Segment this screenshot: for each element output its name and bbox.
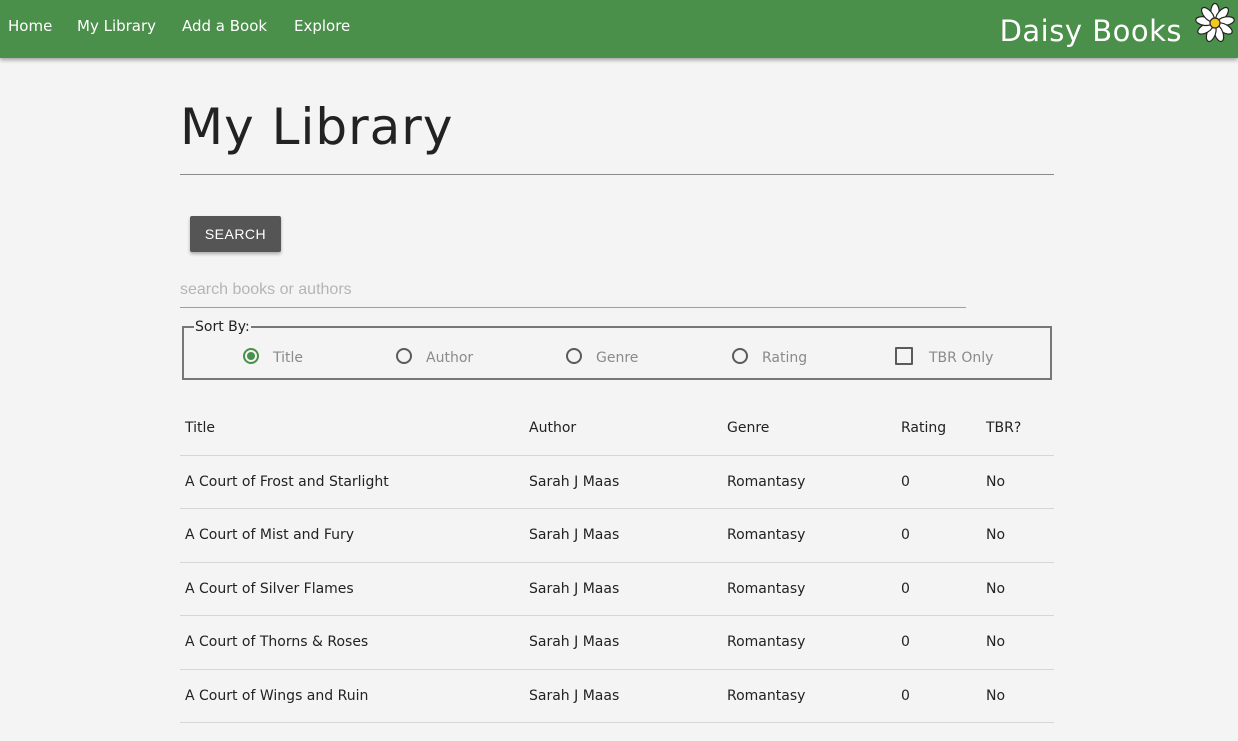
- search-button[interactable]: SEARCH: [190, 216, 281, 252]
- sort-option-label: Author: [426, 350, 474, 366]
- radio-author[interactable]: [396, 348, 412, 364]
- header-author[interactable]: Author: [529, 402, 576, 455]
- cell-genre: Romantasy: [727, 580, 806, 597]
- tbr-only-label: TBR Only: [929, 350, 994, 366]
- cell-author: Sarah J Maas: [529, 473, 620, 490]
- cell-title: A Court of Frost and Starlight: [185, 473, 389, 490]
- cell-title: A Court of Mist and Fury: [185, 527, 355, 543]
- table-row[interactable]: A Court of Mist and Fury Sarah J Maas Ro…: [180, 509, 1054, 563]
- cell-rating: 0: [901, 580, 910, 597]
- radio-rating[interactable]: [732, 348, 748, 364]
- cell-tbr: No: [986, 527, 1006, 543]
- sort-option-genre[interactable]: Genre: [566, 345, 638, 367]
- nav-explore-link[interactable]: Explore: [294, 17, 350, 35]
- cell-title: A Court of Wings and Ruin: [185, 687, 369, 704]
- table-header-row: Title Author Genre Rating TBR?: [180, 402, 1054, 456]
- cell-rating: 0: [901, 634, 910, 650]
- header-tbr[interactable]: TBR?: [986, 402, 1021, 455]
- table-row[interactable]: A Court of Wings and Ruin Sarah J Maas R…: [180, 670, 1054, 723]
- nav-home-link[interactable]: Home: [8, 17, 52, 35]
- cell-author: Sarah J Maas: [529, 580, 620, 597]
- cell-title: A Court of Thorns & Roses: [185, 634, 369, 650]
- tbr-only-checkbox[interactable]: [895, 347, 913, 365]
- search-input[interactable]: [180, 272, 966, 308]
- cell-title: A Court of Silver Flames: [185, 580, 354, 597]
- sort-option-author[interactable]: Author: [396, 345, 473, 367]
- cell-tbr: No: [986, 473, 1006, 490]
- sort-option-rating[interactable]: Rating: [732, 345, 807, 367]
- cell-tbr: No: [986, 687, 1006, 704]
- sort-by-legend: Sort By:: [194, 319, 251, 335]
- sort-option-label: Genre: [596, 350, 639, 366]
- page-title: My Library: [180, 98, 454, 156]
- table-row[interactable]: A Court of Frost and Starlight Sarah J M…: [180, 456, 1054, 509]
- top-navbar: Home My Library Add a Book Explore Daisy…: [0, 0, 1238, 58]
- cell-tbr: No: [986, 580, 1006, 597]
- cell-rating: 0: [901, 527, 910, 543]
- tbr-only-toggle[interactable]: TBR Only: [895, 345, 993, 367]
- radio-genre[interactable]: [566, 348, 582, 364]
- header-genre[interactable]: Genre: [727, 402, 769, 455]
- brand-name[interactable]: Daisy Books: [1000, 14, 1182, 48]
- table-row[interactable]: A Court of Silver Flames Sarah J Maas Ro…: [180, 563, 1054, 616]
- cell-rating: 0: [901, 687, 910, 704]
- cell-genre: Romantasy: [727, 527, 806, 543]
- sort-option-title[interactable]: Title: [243, 345, 303, 367]
- cell-rating: 0: [901, 473, 910, 490]
- title-divider: [180, 174, 1054, 175]
- cell-genre: Romantasy: [727, 687, 806, 704]
- cell-genre: Romantasy: [727, 473, 806, 490]
- sort-option-label: Rating: [762, 350, 808, 366]
- header-rating[interactable]: Rating: [901, 402, 946, 455]
- sort-option-label: Title: [273, 350, 304, 366]
- cell-author: Sarah J Maas: [529, 527, 620, 543]
- cell-author: Sarah J Maas: [529, 634, 620, 650]
- library-table: Title Author Genre Rating TBR? A Court o…: [180, 402, 1054, 723]
- table-row[interactable]: A Court of Thorns & Roses Sarah J Maas R…: [180, 616, 1054, 670]
- nav-my-library-link[interactable]: My Library: [77, 17, 156, 35]
- header-title[interactable]: Title: [185, 402, 215, 455]
- daisy-flower-icon: [1195, 2, 1235, 43]
- radio-title-selected[interactable]: [243, 348, 259, 364]
- cell-tbr: No: [986, 634, 1006, 650]
- nav-add-book-link[interactable]: Add a Book: [182, 17, 267, 35]
- cell-author: Sarah J Maas: [529, 687, 620, 704]
- cell-genre: Romantasy: [727, 634, 806, 650]
